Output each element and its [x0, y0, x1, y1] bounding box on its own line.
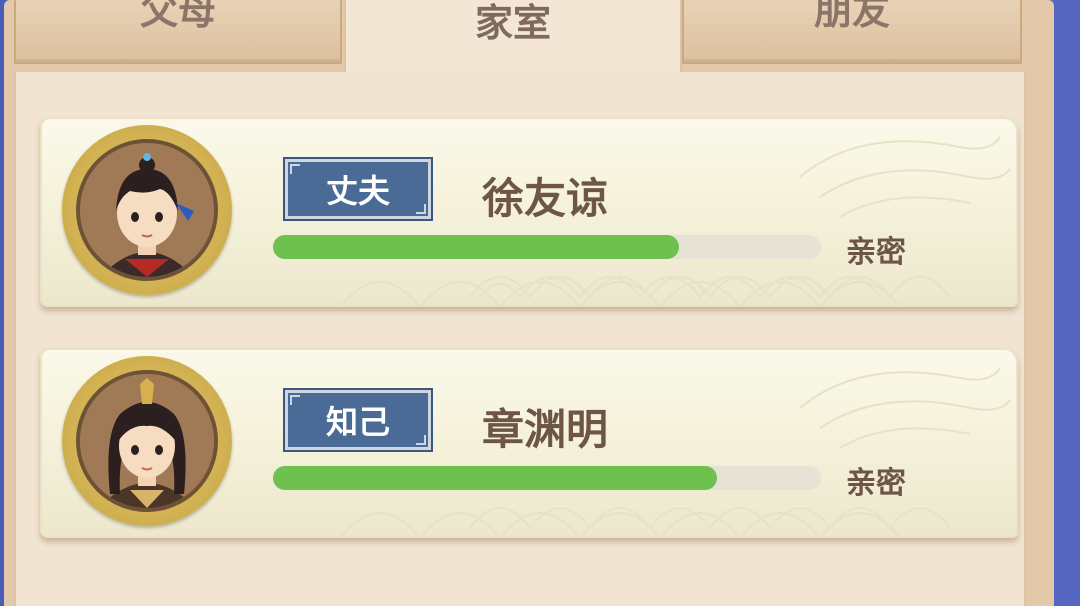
- role-label: 丈夫: [325, 172, 390, 210]
- male-avatar-icon: [80, 143, 214, 277]
- avatar-frame: [62, 356, 232, 526]
- background-edge-right: [1054, 0, 1080, 606]
- intimacy-progress-fill: [273, 466, 717, 490]
- intimacy-label: 亲密: [846, 466, 906, 501]
- intimacy-label: 亲密: [846, 235, 906, 270]
- tab-family-label: 家室: [474, 1, 551, 45]
- avatar-frame: [62, 125, 232, 295]
- character-name: 章渊明: [482, 405, 609, 454]
- intimacy-progress-fill: [273, 235, 679, 259]
- tab-parents[interactable]: 父母: [14, 0, 342, 64]
- character-name: 徐友谅: [482, 174, 609, 223]
- tab-friends-label: 朋友: [813, 0, 890, 33]
- relation-card-confidant[interactable]: 知己 章渊明 亲密: [40, 348, 1018, 538]
- tab-bar: 父母 朋友 家室: [14, 0, 1026, 76]
- avatar: [76, 370, 218, 512]
- intimacy-progress-bar: [273, 235, 821, 259]
- role-badge: 知己: [283, 388, 433, 452]
- role-label: 知己: [325, 403, 390, 441]
- relation-card-spouse[interactable]: 丈夫 徐友谅 亲密: [40, 117, 1018, 307]
- role-badge: 丈夫: [283, 157, 433, 221]
- female-avatar-icon: [80, 374, 214, 508]
- tab-family[interactable]: 家室: [344, 0, 682, 76]
- tab-friends[interactable]: 朋友: [682, 0, 1022, 64]
- intimacy-progress-bar: [273, 466, 821, 490]
- tab-parents-label: 父母: [139, 0, 216, 33]
- avatar: [76, 139, 218, 281]
